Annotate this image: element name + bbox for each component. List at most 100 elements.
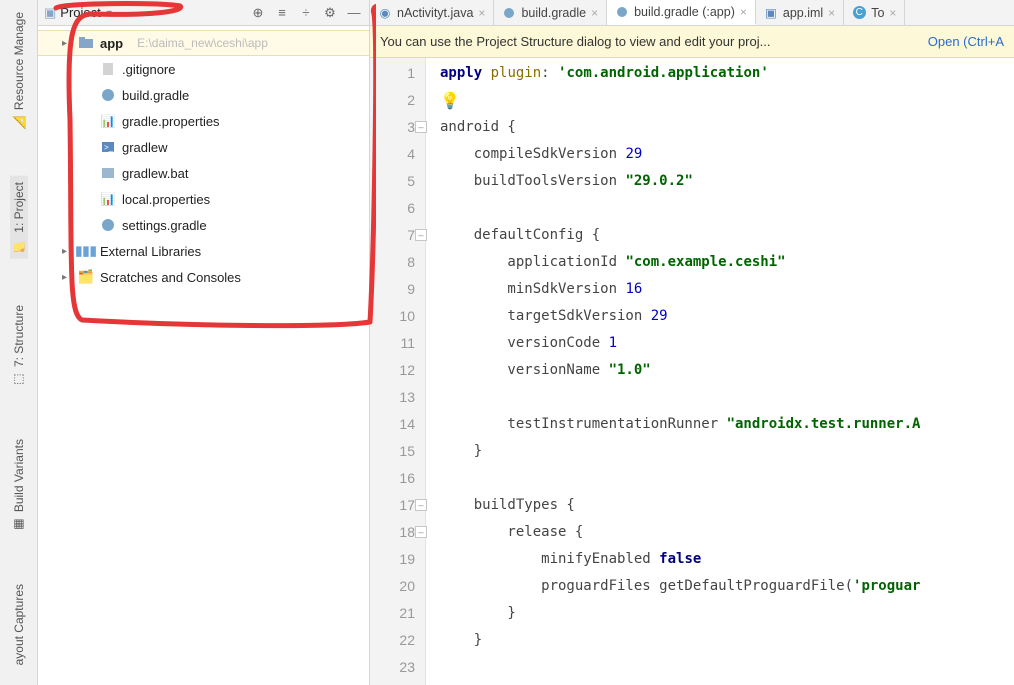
toolwin-label: ayout Captures bbox=[12, 584, 26, 665]
tab-label: app.iml bbox=[783, 6, 823, 20]
tree-node[interactable]: 📊local.properties bbox=[38, 186, 369, 212]
tree-node[interactable]: gradlew.bat bbox=[38, 160, 369, 186]
line-number: 6 bbox=[370, 195, 425, 222]
editor-tabbar: ◉nActivityt.java×build.gradle×build.grad… bbox=[370, 0, 1014, 26]
intention-bulb-icon[interactable]: 💡 bbox=[440, 91, 460, 110]
expand-all-icon[interactable]: ≡ bbox=[273, 4, 291, 22]
code-line[interactable]: } bbox=[440, 600, 1014, 627]
code-line[interactable]: targetSdkVersion 29 bbox=[440, 303, 1014, 330]
line-number: 2 bbox=[370, 87, 425, 114]
code-line[interactable] bbox=[440, 465, 1014, 492]
code-line[interactable]: defaultConfig { bbox=[440, 222, 1014, 249]
settings-gear-icon[interactable]: ⚙ bbox=[321, 4, 339, 22]
line-number: 10 bbox=[370, 303, 425, 330]
tree-label: settings.gradle bbox=[122, 218, 207, 233]
toolwin-label: 7: Structure bbox=[12, 305, 26, 367]
fold-toggle-icon[interactable]: – bbox=[415, 229, 427, 241]
fold-toggle-icon[interactable]: – bbox=[415, 121, 427, 133]
code-line[interactable] bbox=[440, 654, 1014, 681]
build-variants-icon: ▦ bbox=[12, 518, 26, 532]
tree-node-app[interactable]: ▸ app E:\daima_new\ceshi\app bbox=[38, 30, 369, 56]
line-number: 3– bbox=[370, 114, 425, 141]
line-number: 9 bbox=[370, 276, 425, 303]
tree-node[interactable]: .gitignore bbox=[38, 56, 369, 82]
line-number: 14 bbox=[370, 411, 425, 438]
close-icon[interactable]: × bbox=[828, 6, 835, 20]
project-view-mode-dropdown[interactable]: ▣ Project ▼ bbox=[44, 5, 114, 21]
code-line[interactable]: android { bbox=[440, 114, 1014, 141]
code-line[interactable]: proguardFiles getDefaultProguardFile('pr… bbox=[440, 573, 1014, 600]
chevron-right-icon[interactable]: ▸ bbox=[62, 38, 72, 49]
code-line[interactable]: versionCode 1 bbox=[440, 330, 1014, 357]
banner-open-action[interactable]: Open (Ctrl+A bbox=[928, 34, 1004, 49]
tree-node[interactable]: >_gradlew bbox=[38, 134, 369, 160]
file-icon: 📊 bbox=[100, 191, 116, 207]
toolwin-label: Build Variants bbox=[12, 439, 26, 512]
code-editor[interactable]: 123–4567–891011121314151617–18–192021222… bbox=[370, 58, 1014, 685]
file-type-icon: C bbox=[852, 6, 866, 20]
code-line[interactable]: buildTypes { bbox=[440, 492, 1014, 519]
tree-node[interactable]: settings.gradle bbox=[38, 212, 369, 238]
code-line[interactable] bbox=[440, 195, 1014, 222]
close-icon[interactable]: × bbox=[591, 6, 598, 20]
code-line[interactable]: minSdkVersion 16 bbox=[440, 276, 1014, 303]
editor-tab[interactable]: build.gradle (:app)× bbox=[607, 0, 756, 25]
collapse-all-icon[interactable]: ÷ bbox=[297, 4, 315, 22]
code-line[interactable]: release { bbox=[440, 519, 1014, 546]
tree-label: gradle.properties bbox=[122, 114, 220, 129]
line-number: 19 bbox=[370, 546, 425, 573]
tab-label: build.gradle bbox=[521, 6, 586, 20]
line-number: 22 bbox=[370, 627, 425, 654]
line-number: 5 bbox=[370, 168, 425, 195]
code-line[interactable]: } bbox=[440, 627, 1014, 654]
editor-tab[interactable]: CTo× bbox=[844, 0, 905, 25]
line-number: 21 bbox=[370, 600, 425, 627]
code-line[interactable] bbox=[440, 384, 1014, 411]
code-line[interactable]: buildToolsVersion "29.0.2" bbox=[440, 168, 1014, 195]
chevron-down-icon: ▼ bbox=[105, 8, 114, 18]
code-line[interactable]: 💡 bbox=[440, 87, 1014, 114]
close-icon[interactable]: × bbox=[740, 5, 747, 19]
fold-toggle-icon[interactable]: – bbox=[415, 499, 427, 511]
tree-label: .gitignore bbox=[122, 62, 175, 77]
project-folder-icon: ▣ bbox=[44, 5, 56, 21]
file-icon bbox=[100, 61, 116, 77]
editor-tab[interactable]: build.gradle × bbox=[494, 0, 607, 25]
toolwin-structure[interactable]: ⬚ 7: Structure bbox=[10, 299, 28, 393]
toolwin-project[interactable]: 📁 1: Project bbox=[10, 176, 28, 259]
project-panel: ▣ Project ▼ ⊕ ≡ ÷ ⚙ — ▸ app E:\daima_new… bbox=[38, 0, 370, 685]
tree-node[interactable]: 📊gradle.properties bbox=[38, 108, 369, 134]
module-folder-icon bbox=[78, 35, 94, 51]
fold-toggle-icon[interactable]: – bbox=[415, 526, 427, 538]
close-icon[interactable]: × bbox=[478, 6, 485, 20]
code-line[interactable]: compileSdkVersion 29 bbox=[440, 141, 1014, 168]
line-number: 1 bbox=[370, 60, 425, 87]
hide-panel-icon[interactable]: — bbox=[345, 4, 363, 22]
tree-node[interactable]: ▸▮▮▮External Libraries bbox=[38, 238, 369, 264]
code-line[interactable]: } bbox=[440, 438, 1014, 465]
file-type-icon bbox=[502, 6, 516, 20]
line-number: 23 bbox=[370, 654, 425, 681]
close-icon[interactable]: × bbox=[889, 6, 896, 20]
file-type-icon: ▣ bbox=[764, 6, 778, 20]
tree-label: External Libraries bbox=[100, 244, 201, 259]
code-line[interactable]: versionName "1.0" bbox=[440, 357, 1014, 384]
code-content[interactable]: apply plugin: 'com.android.application' 💡… bbox=[426, 58, 1014, 685]
tree-node[interactable]: build.gradle bbox=[38, 82, 369, 108]
locate-icon[interactable]: ⊕ bbox=[249, 4, 267, 22]
toolwin-layout-captures[interactable]: ayout Captures bbox=[10, 578, 28, 671]
tree-node[interactable]: ▸🗂️Scratches and Consoles bbox=[38, 264, 369, 290]
code-line[interactable]: applicationId "com.example.ceshi" bbox=[440, 249, 1014, 276]
code-line[interactable]: apply plugin: 'com.android.application' bbox=[440, 60, 1014, 87]
toolwin-resource-manager[interactable]: 📐 Resource Manage bbox=[10, 6, 28, 136]
toolwin-build-variants[interactable]: ▦ Build Variants bbox=[10, 433, 28, 538]
chevron-right-icon[interactable]: ▸ bbox=[62, 246, 72, 257]
line-number: 18– bbox=[370, 519, 425, 546]
project-mode-label: Project bbox=[60, 5, 100, 20]
editor-tab[interactable]: ◉nActivityt.java× bbox=[370, 0, 494, 25]
chevron-right-icon[interactable]: ▸ bbox=[62, 272, 72, 283]
editor-notification-banner: You can use the Project Structure dialog… bbox=[370, 26, 1014, 58]
code-line[interactable]: minifyEnabled false bbox=[440, 546, 1014, 573]
code-line[interactable]: testInstrumentationRunner "androidx.test… bbox=[440, 411, 1014, 438]
editor-tab[interactable]: ▣ app.iml × bbox=[756, 0, 844, 25]
